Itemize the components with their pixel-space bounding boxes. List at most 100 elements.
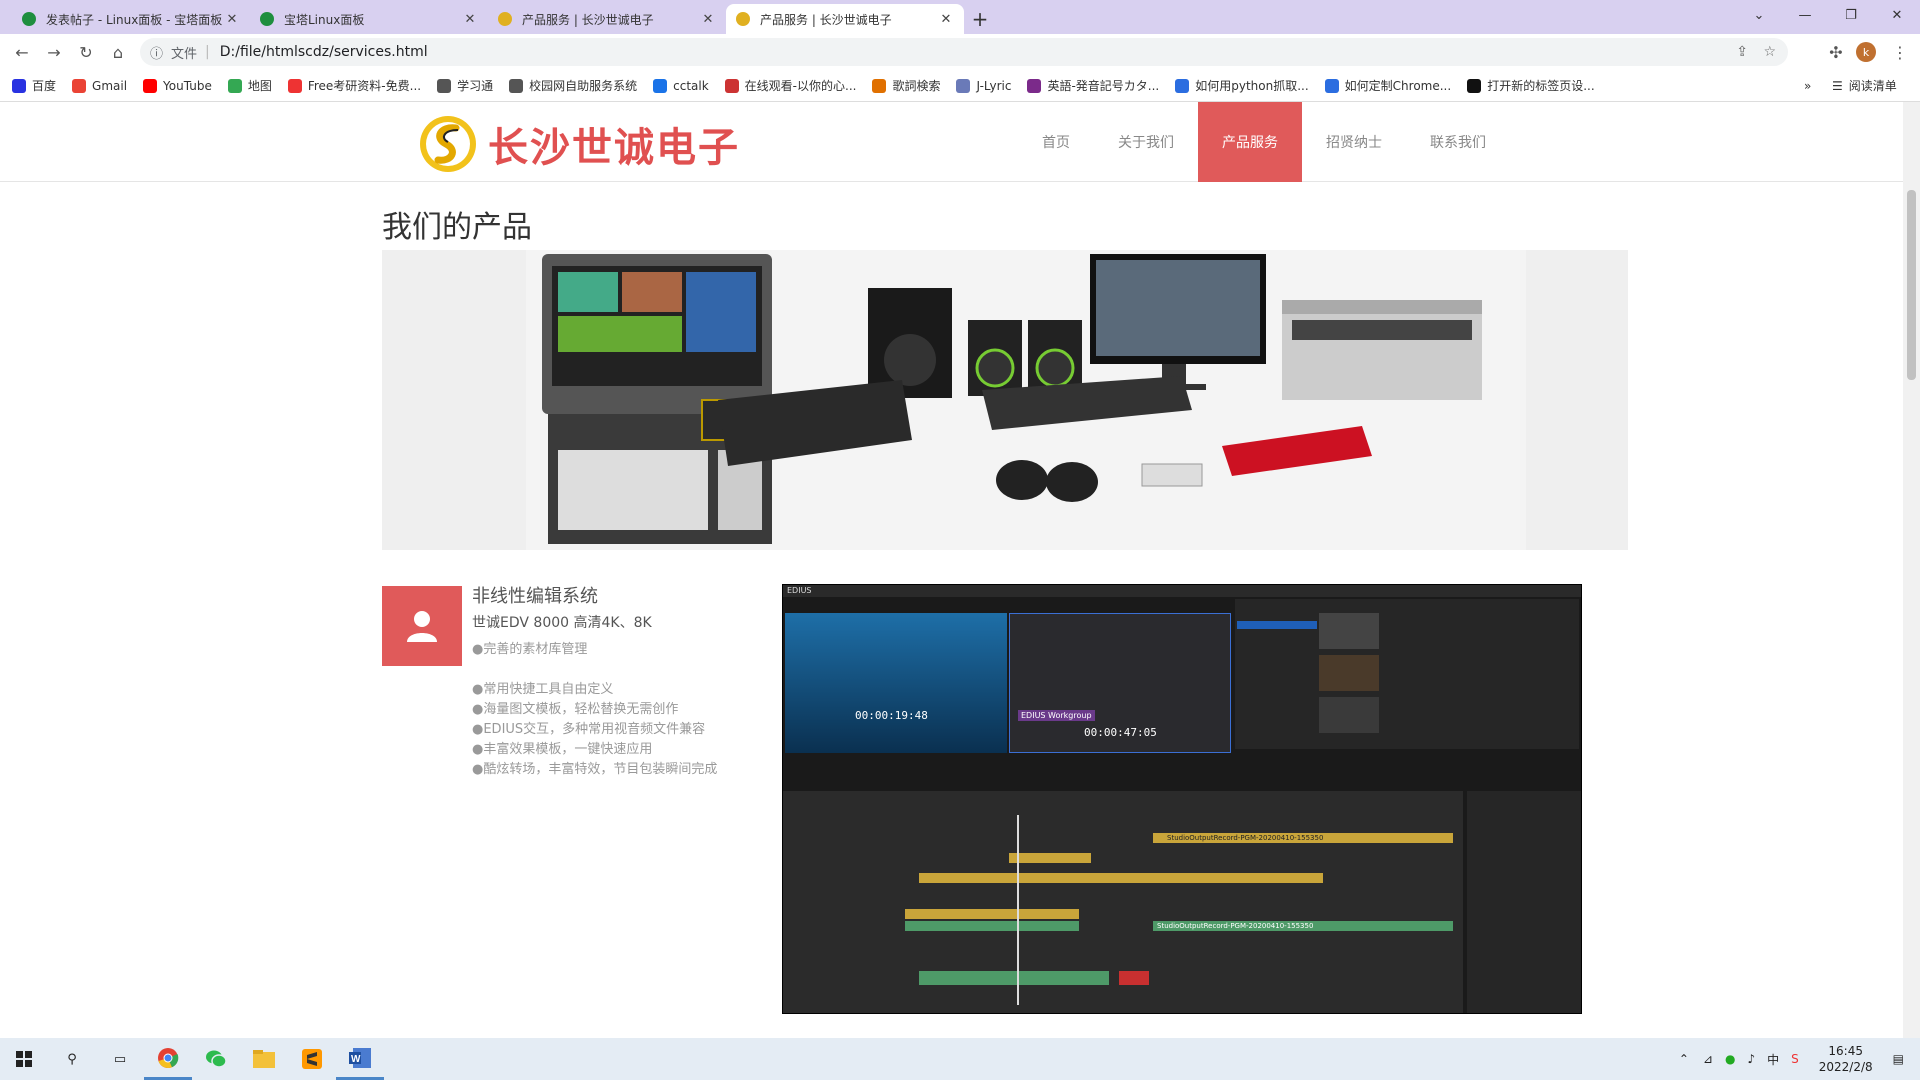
feature-item: ●EDIUS交互，多种常用视音频文件兼容 (472, 722, 706, 737)
bookmark-favicon-icon (1027, 78, 1042, 93)
word-taskbar-icon[interactable]: W (336, 1038, 384, 1080)
browser-tab[interactable]: 产品服务 | 长沙世诚电子 ✕ (488, 4, 726, 34)
nav-item[interactable]: 招贤纳士 (1302, 102, 1406, 182)
product-banner-image (382, 250, 1628, 550)
maximize-button[interactable]: ❐ (1828, 0, 1874, 30)
notification-icon[interactable]: ▤ (1893, 1052, 1904, 1066)
bookmark-label: 百度 (32, 79, 57, 93)
main-nav: 首页 关于我们 产品服务 招贤纳士 联系我们 (1018, 102, 1510, 182)
user-icon (407, 611, 437, 642)
bookmark-favicon-icon (1467, 78, 1482, 93)
logo-text: 长沙世诚电子 (488, 124, 740, 171)
page-scrollbar[interactable] (1903, 102, 1920, 1038)
reading-list-label: 阅读清单 (1848, 79, 1897, 93)
bookmark-item[interactable]: 在线观看-以你的心... (724, 77, 856, 94)
svg-text:W: W (351, 1054, 361, 1065)
search-icon[interactable]: ⚲ (48, 1038, 96, 1080)
logo-icon (420, 116, 476, 172)
bookmark-item[interactable]: 歌詞検索 (872, 77, 940, 94)
workgroup-badge: EDIUS Workgroup (1018, 710, 1095, 721)
nav-item[interactable]: 产品服务 (1198, 102, 1302, 182)
minimize-button[interactable]: — (1782, 0, 1828, 30)
bookmark-item[interactable]: 如何用python抓取... (1175, 77, 1309, 94)
chevron-up-icon[interactable]: ⌃ (1679, 1052, 1689, 1066)
bookmark-label: 如何定制Chrome... (1344, 79, 1452, 93)
bookmark-favicon-icon (509, 78, 524, 93)
tab-search-icon[interactable]: ⌄ (1736, 0, 1782, 30)
ime-icon[interactable]: 中 (1767, 1051, 1779, 1068)
url-text[interactable]: D:/file/htmlscdz/services.html (220, 44, 428, 60)
bookmark-item[interactable]: 校园网自助服务系统 (509, 77, 637, 94)
volume-icon[interactable]: ♪ (1747, 1052, 1755, 1066)
forward-icon[interactable]: → (38, 37, 70, 67)
sublime-taskbar-icon[interactable] (288, 1038, 336, 1080)
chrome-taskbar-icon[interactable] (144, 1038, 192, 1080)
new-tab-button[interactable]: + (964, 4, 996, 34)
timeline-clip-1: StudioOutputRecord-PGM-20200410-155350 (1153, 833, 1453, 843)
back-icon[interactable]: ← (6, 37, 38, 67)
security-label: 文件 (171, 46, 198, 62)
close-tab-icon[interactable]: ✕ (700, 12, 716, 27)
task-view-icon[interactable]: ▭ (96, 1038, 144, 1080)
bookmark-label: 英語-発音記号カタ... (1047, 79, 1160, 93)
reload-icon[interactable]: ↻ (70, 37, 102, 67)
bookmark-item[interactable]: 打开新的标签页设... (1467, 77, 1595, 94)
bookmark-label: Free考研资料-免费... (307, 79, 422, 93)
address-bar[interactable]: ⓘ 文件 | D:/file/htmlscdz/services.html ⇪ … (140, 38, 1788, 66)
nav-item[interactable]: 首页 (1018, 102, 1094, 182)
security-icon[interactable]: ● (1725, 1052, 1735, 1066)
bookmark-item[interactable]: cctalk (653, 78, 709, 93)
edius-screenshot: EDIUS 00:00:19:48 EDIUS Workgroup 00:00:… (782, 584, 1582, 1014)
bookmarks-more-icon[interactable]: » (1804, 79, 1811, 93)
nav-item[interactable]: 联系我们 (1406, 102, 1510, 182)
bookmark-label: Gmail (92, 78, 128, 93)
site-logo[interactable]: 长沙世诚电子 (418, 114, 740, 174)
close-window-button[interactable]: ✕ (1874, 0, 1920, 30)
bookmark-star-icon[interactable]: ☆ (1763, 44, 1776, 60)
info-icon[interactable]: ⓘ (150, 43, 163, 62)
reading-list-button[interactable]: ☰ 阅读清单 (1832, 77, 1897, 94)
screenshot-app-label: EDIUS (783, 585, 1581, 597)
bookmark-item[interactable]: 如何定制Chrome... (1324, 77, 1452, 94)
bookmark-item[interactable]: 学习通 (437, 77, 493, 94)
close-tab-icon[interactable]: ✕ (938, 12, 954, 27)
home-icon[interactable]: ⌂ (102, 37, 134, 67)
record-player: EDIUS Workgroup 00:00:47:05 (1009, 613, 1231, 753)
file-explorer-taskbar-icon[interactable] (240, 1038, 288, 1080)
feature-item: ●酷炫转场，丰富特效，节目包装瞬间完成 (472, 762, 718, 777)
tab-favicon-icon (260, 12, 274, 26)
profile-avatar[interactable]: k (1856, 42, 1876, 62)
tab-favicon-icon (22, 12, 36, 26)
browser-tab[interactable]: 发表帖子 - Linux面板 - 宝塔面板 ✕ (12, 4, 250, 34)
sogou-icon[interactable]: S (1791, 1052, 1799, 1066)
extensions-icon[interactable]: ✣ (1820, 37, 1852, 67)
bookmark-item[interactable]: J-Lyric (956, 78, 1011, 93)
start-button[interactable] (0, 1038, 48, 1080)
share-icon[interactable]: ⇪ (1736, 44, 1748, 60)
scrollbar-thumb[interactable] (1907, 190, 1916, 380)
bookmark-item[interactable]: Free考研资料-免费... (287, 77, 422, 94)
bookmark-label: 打开新的标签页设... (1487, 79, 1595, 93)
bookmark-favicon-icon (287, 78, 302, 93)
divider: | (205, 44, 210, 60)
bookmark-item[interactable]: Gmail (72, 78, 128, 93)
bookmark-item[interactable]: 地图 (227, 77, 272, 94)
bookmark-favicon-icon (143, 78, 158, 93)
menu-icon[interactable]: ⋮ (1884, 37, 1916, 67)
page-title: 我们的产品 (382, 210, 532, 245)
nav-item[interactable]: 关于我们 (1094, 102, 1198, 182)
feature-item: ●丰富效果模板，一键快速应用 (472, 742, 653, 757)
clock[interactable]: 16:45 2022/2/8 (1819, 1043, 1873, 1075)
wechat-taskbar-icon[interactable] (192, 1038, 240, 1080)
bookmark-favicon-icon (437, 78, 452, 93)
bookmark-item[interactable]: 英語-発音記号カタ... (1027, 77, 1159, 94)
close-tab-icon[interactable]: ✕ (224, 12, 240, 27)
browser-tab[interactable]: 宝塔Linux面板 ✕ (250, 4, 488, 34)
bookmark-label: 地图 (247, 79, 272, 93)
close-tab-icon[interactable]: ✕ (462, 12, 478, 27)
network-icon[interactable]: ⊿ (1703, 1052, 1713, 1066)
bookmark-item[interactable]: 百度 (12, 77, 56, 94)
bin-panel (1235, 599, 1579, 749)
browser-tab[interactable]: 产品服务 | 长沙世诚电子 ✕ (726, 4, 964, 34)
bookmark-item[interactable]: YouTube (143, 78, 212, 93)
